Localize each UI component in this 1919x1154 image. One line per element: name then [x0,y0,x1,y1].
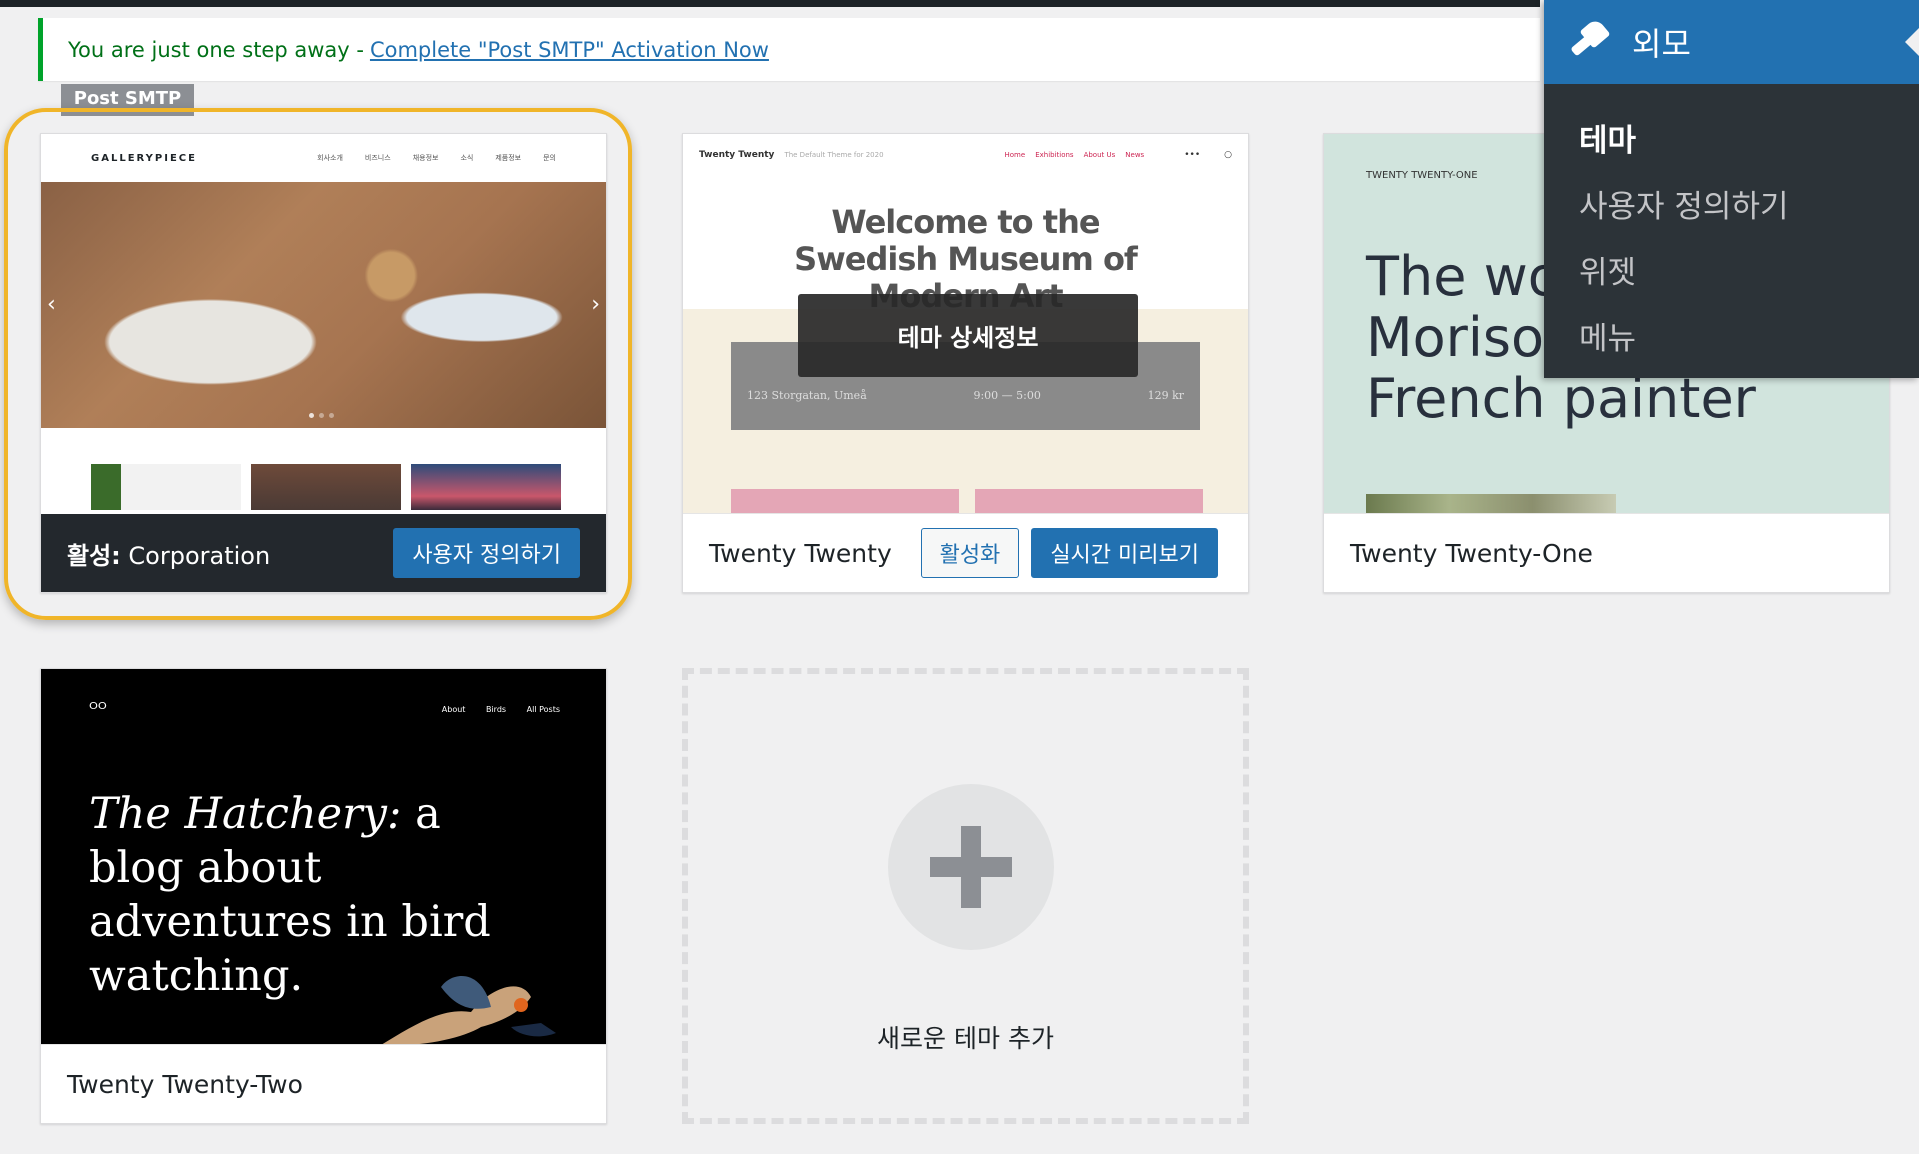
activate-button[interactable]: 활성화 [920,528,1020,578]
notice-text: You are just one step away - [68,37,364,62]
theme-footer: Twenty Twenty-One [1324,513,1889,592]
screenshot-menu-icon: ••• [1184,150,1201,160]
menu-arrow-icon [1905,26,1919,58]
paintbrush-icon [1566,17,1611,64]
submenu-item-themes[interactable]: 테마 [1544,104,1919,170]
screenshot-nav-item: Home [1004,151,1026,159]
screenshot-site-title: Twenty Twenty [699,150,775,160]
screenshot-nav-item: All Posts [526,705,560,714]
theme-name: Twenty Twenty [709,538,892,568]
submenu-item-menus[interactable]: 메뉴 [1544,302,1919,368]
screenshot-nav-item: Exhibitions [1035,151,1074,159]
screenshot-nav-item: About Us [1083,151,1116,159]
post-smtp-notice: You are just one step away - Complete "P… [38,18,1540,81]
activation-link[interactable]: Complete "Post SMTP" Activation Now [370,38,769,62]
screenshot-header: Twenty Twenty The Default Theme for 2020… [683,134,1248,176]
screenshot-nav: About Birds All Posts [424,705,560,714]
screenshot-nav-item: About [441,705,466,714]
theme-card-twenty-twenty[interactable]: Twenty Twenty The Default Theme for 2020… [682,133,1249,593]
screenshot-price: 129 kr [1147,389,1184,402]
screenshot-address: 123 Storgatan, Umeå [747,389,867,402]
plus-icon [888,784,1054,950]
add-new-theme-label: 새로운 테마 추가 [877,1024,1054,1053]
bird-illustration [381,975,556,1046]
screenshot-headline: Welcome to the Swedish Museum of Modern … [683,176,1248,315]
highlight-ring [4,108,632,620]
theme-name: Twenty Twenty-Two [67,1069,303,1099]
plus-icon-vertical [961,826,981,908]
screenshot-search-icon: ○ [1224,150,1232,160]
live-preview-button[interactable]: 실시간 미리보기 [1031,528,1218,578]
screenshot-header: ᴼᴼ About Birds All Posts [41,669,606,720]
screenshot-logo: ᴼᴼ [89,699,107,720]
theme-details-button[interactable]: 테마 상세정보 [798,294,1138,377]
screenshot-nav-item: Birds [485,705,507,714]
theme-screenshot[interactable]: Twenty Twenty The Default Theme for 2020… [683,134,1248,514]
submenu-item-customize[interactable]: 사용자 정의하기 [1544,170,1919,236]
screenshot-nav-item: News [1125,151,1145,159]
theme-card-twenty-twenty-two[interactable]: ᴼᴼ About Birds All Posts The Hatchery: a… [40,668,607,1124]
screenshot-headline-italic: The Hatchery: [89,789,402,839]
appearance-menu-header[interactable]: 외모 [1544,0,1919,84]
screenshot-nav: Home Exhibitions About Us News [1005,151,1145,159]
theme-name: Twenty Twenty-One [1350,538,1593,568]
screenshot-pink-block [731,489,959,514]
screenshot-pink-block [975,489,1203,514]
screenshot-image-strip [1366,494,1616,514]
theme-screenshot[interactable]: ᴼᴼ About Birds All Posts The Hatchery: a… [41,669,606,1047]
add-new-theme-card[interactable]: 새로운 테마 추가 [682,668,1249,1124]
theme-footer: Twenty Twenty-Two [41,1044,606,1123]
submenu-item-widgets[interactable]: 위젯 [1544,236,1919,302]
submenu-list: 테마 사용자 정의하기 위젯 메뉴 [1544,84,1919,368]
screenshot-tagline: The Default Theme for 2020 [784,151,884,159]
top-border [0,0,1540,7]
appearance-menu-title: 외모 [1632,25,1691,63]
screenshot-hours: 9:00 — 5:00 [973,389,1041,402]
appearance-submenu: 외모 테마 사용자 정의하기 위젯 메뉴 [1544,0,1919,378]
screenshot-site-title: TWENTY TWENTY-ONE [1366,170,1478,181]
theme-footer: Twenty Twenty 활성화 실시간 미리보기 [683,513,1248,592]
